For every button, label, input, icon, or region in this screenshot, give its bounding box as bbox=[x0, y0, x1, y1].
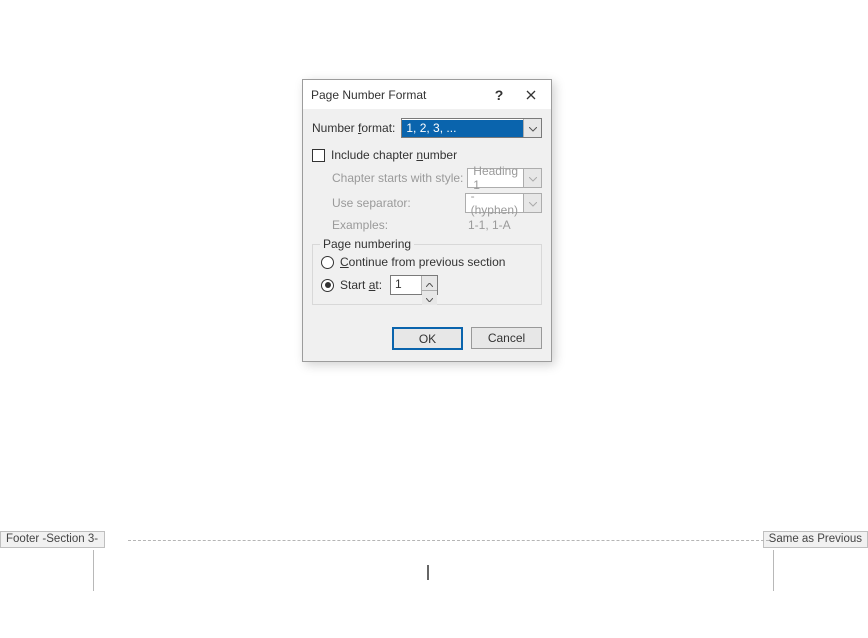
examples-row: Examples: 1-1, 1-A bbox=[332, 218, 542, 232]
close-icon bbox=[526, 87, 536, 103]
page-left-border bbox=[93, 550, 94, 591]
chevron-down-icon bbox=[529, 171, 537, 185]
chapter-subsection: Chapter starts with style: Heading 1 Use… bbox=[332, 168, 542, 232]
separator-value: - (hyphen) bbox=[466, 189, 523, 217]
chapter-style-row: Chapter starts with style: Heading 1 bbox=[332, 168, 542, 188]
page-right-border bbox=[773, 550, 774, 591]
page-number-format-dialog: Page Number Format ? Number format: 1, 2… bbox=[302, 79, 552, 362]
examples-label: Examples: bbox=[332, 218, 468, 232]
footer-divider bbox=[128, 540, 769, 541]
spinner-down[interactable] bbox=[422, 291, 437, 305]
chapter-style-value: Heading 1 bbox=[468, 164, 523, 192]
separator-dropdown: - (hyphen) bbox=[465, 193, 542, 213]
continue-radio-row: Continue from previous section bbox=[321, 255, 533, 269]
spinner-up[interactable] bbox=[422, 276, 437, 291]
start-at-label: Start at: bbox=[340, 278, 382, 292]
dialog-title: Page Number Format bbox=[311, 88, 483, 102]
chevron-down-icon bbox=[529, 121, 537, 135]
page-numbering-legend: Page numbering bbox=[320, 237, 414, 251]
chevron-down-icon bbox=[426, 291, 433, 305]
number-format-label: Number format: bbox=[312, 121, 395, 135]
dropdown-arrow bbox=[523, 119, 541, 137]
examples-value: 1-1, 1-A bbox=[468, 218, 511, 232]
footer-section-label: Footer -Section 3- bbox=[0, 531, 105, 548]
footer-area: Footer -Section 3- Same as Previous bbox=[0, 531, 868, 591]
dropdown-arrow bbox=[523, 194, 541, 212]
spinner-buttons bbox=[421, 276, 437, 294]
text-cursor bbox=[427, 565, 429, 580]
help-button[interactable]: ? bbox=[483, 83, 515, 106]
page-numbering-group: Page numbering Continue from previous se… bbox=[312, 244, 542, 305]
include-chapter-label: Include chapter number bbox=[331, 148, 457, 162]
dialog-titlebar[interactable]: Page Number Format ? bbox=[303, 80, 551, 109]
include-chapter-checkbox[interactable] bbox=[312, 149, 325, 162]
number-format-dropdown[interactable]: 1, 2, 3, ... bbox=[401, 118, 542, 138]
dialog-body: Number format: 1, 2, 3, ... Include chap… bbox=[303, 109, 551, 315]
close-button[interactable] bbox=[515, 83, 547, 106]
number-format-row: Number format: 1, 2, 3, ... bbox=[312, 118, 542, 138]
cancel-button[interactable]: Cancel bbox=[471, 327, 542, 349]
dialog-actions: OK Cancel bbox=[303, 315, 551, 361]
chevron-up-icon bbox=[426, 276, 433, 290]
ok-button[interactable]: OK bbox=[392, 327, 463, 350]
dropdown-arrow bbox=[523, 169, 541, 187]
start-at-spinner[interactable]: 1 bbox=[390, 275, 438, 295]
start-at-radio[interactable] bbox=[321, 279, 334, 292]
number-format-selected: 1, 2, 3, ... bbox=[402, 120, 523, 137]
continue-radio[interactable] bbox=[321, 256, 334, 269]
chapter-style-dropdown: Heading 1 bbox=[467, 168, 542, 188]
include-chapter-row: Include chapter number bbox=[312, 148, 542, 162]
chapter-style-label: Chapter starts with style: bbox=[332, 171, 467, 185]
chevron-down-icon bbox=[529, 196, 537, 210]
continue-label: Continue from previous section bbox=[340, 255, 505, 269]
separator-label: Use separator: bbox=[332, 196, 465, 210]
separator-row: Use separator: - (hyphen) bbox=[332, 193, 542, 213]
same-as-previous-label: Same as Previous bbox=[763, 531, 868, 548]
start-at-radio-row: Start at: 1 bbox=[321, 275, 533, 295]
start-at-value: 1 bbox=[391, 276, 421, 294]
